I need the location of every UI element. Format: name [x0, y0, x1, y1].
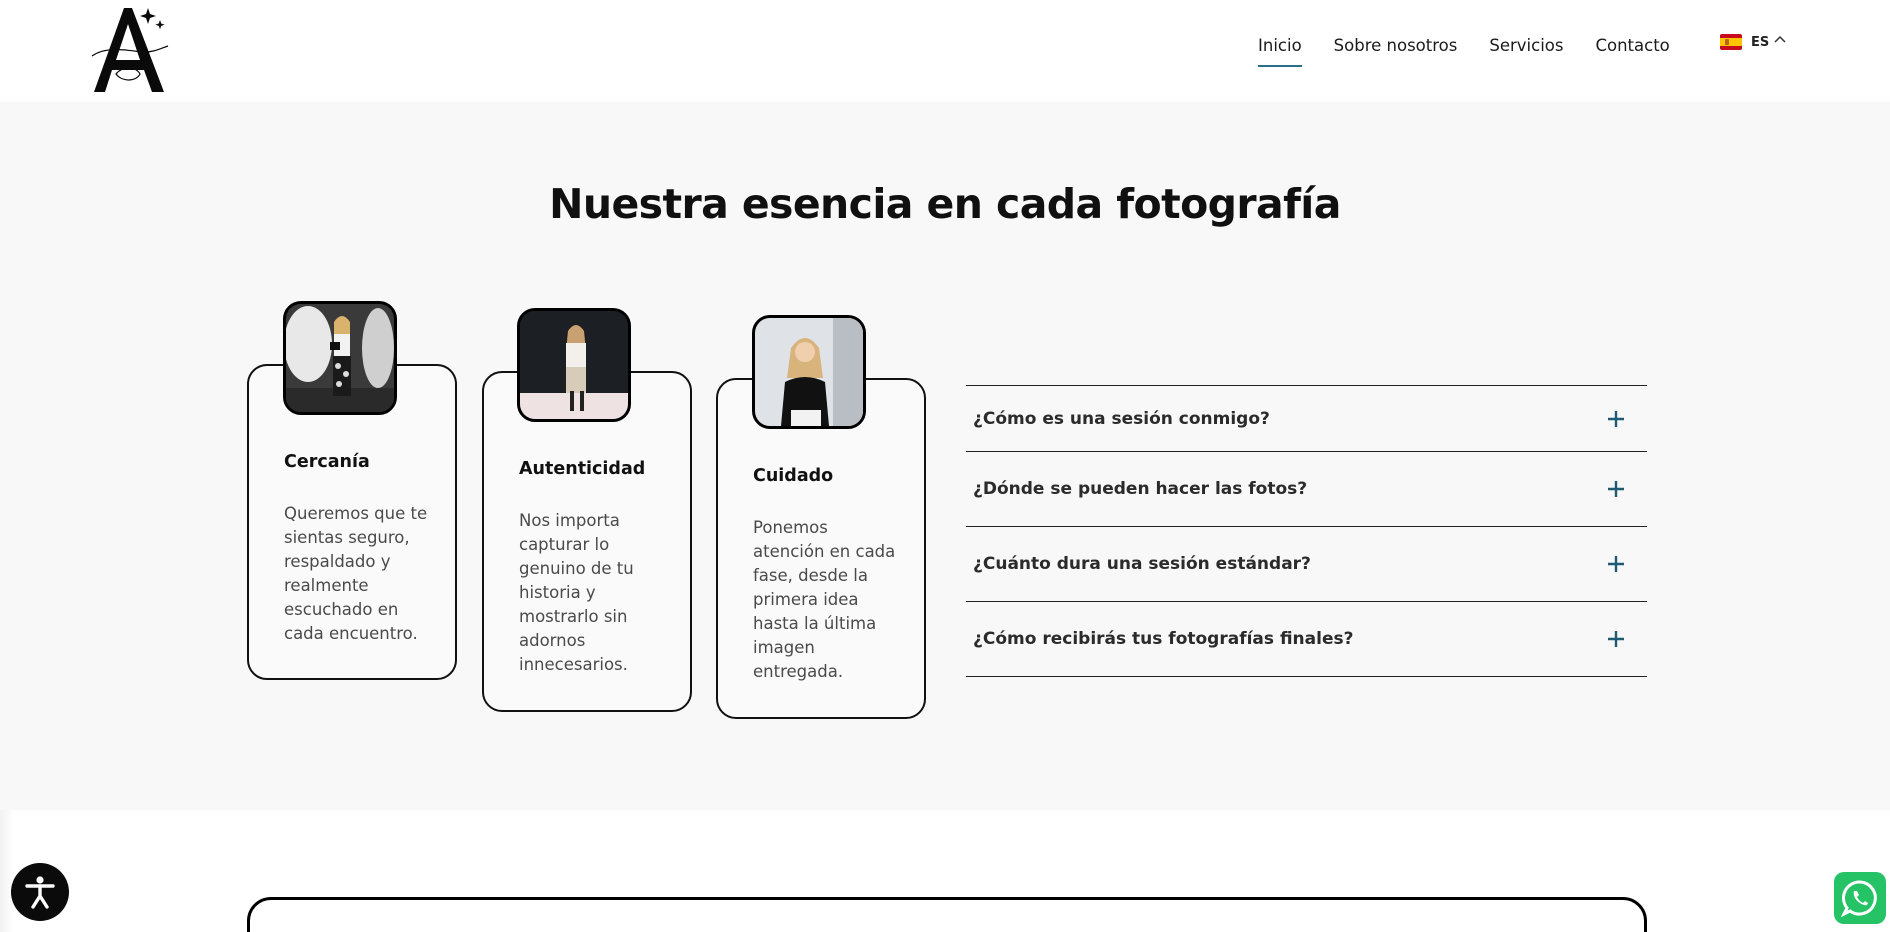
plus-icon[interactable]	[1607, 625, 1625, 653]
plus-icon[interactable]	[1607, 550, 1625, 578]
value-card-cuidado: Cuidado Ponemos atención en cada fase, d…	[716, 378, 926, 719]
faq-accordion: ¿Cómo es una sesión conmigo? ¿Dónde se p…	[966, 385, 1647, 677]
section-title: Nuestra esencia en cada fotografía	[549, 180, 1341, 228]
woman-portrait-image	[752, 315, 866, 429]
whatsapp-button[interactable]	[1834, 872, 1886, 924]
faq-item[interactable]: ¿Cuánto dura una sesión estándar?	[966, 527, 1647, 602]
whatsapp-icon	[1840, 880, 1877, 918]
next-section-box	[247, 897, 1647, 932]
nav-servicios[interactable]: Servicios	[1489, 36, 1563, 65]
logo-mark-icon	[91, 8, 169, 92]
faq-question: ¿Dónde se pueden hacer las fotos?	[973, 479, 1308, 499]
faq-question: ¿Cuánto dura una sesión estándar?	[973, 554, 1311, 574]
card-title: Autenticidad	[519, 459, 646, 479]
card-title: Cercanía	[284, 452, 370, 472]
plus-icon[interactable]	[1607, 475, 1625, 503]
accessibility-button[interactable]	[11, 863, 69, 921]
card-title: Cuidado	[753, 466, 834, 486]
accessibility-icon	[25, 876, 55, 909]
faq-question: ¿Cómo es una sesión conmigo?	[973, 408, 1270, 429]
studio-portrait-image	[517, 308, 631, 422]
nav-contacto[interactable]: Contacto	[1595, 36, 1669, 65]
faq-item[interactable]: ¿Cómo recibirás tus fotografías finales?	[966, 602, 1647, 677]
nav-inicio[interactable]: Inicio	[1258, 36, 1302, 67]
nav-sobre-nosotros[interactable]: Sobre nosotros	[1334, 36, 1458, 65]
site-logo[interactable]	[86, 0, 172, 96]
language-switcher[interactable]: ES	[1720, 34, 1786, 50]
value-card-autenticidad: Autenticidad Nos importa capturar lo gen…	[482, 371, 692, 712]
card-text: Queremos que te sientas seguro, respalda…	[284, 504, 428, 643]
spain-flag-icon	[1720, 34, 1742, 50]
language-code: ES	[1751, 34, 1770, 50]
card-text: Ponemos atención en cada fase, desde la …	[753, 518, 896, 681]
card-text: Nos importa capturar lo genuino de tu hi…	[519, 511, 634, 674]
faq-item[interactable]: ¿Cómo es una sesión conmigo?	[966, 386, 1647, 452]
faq-item[interactable]: ¿Dónde se pueden hacer las fotos?	[966, 452, 1647, 527]
main-nav: Inicio Sobre nosotros Servicios Contacto	[1258, 36, 1702, 67]
essence-section: Nuestra esencia en cada fotografía Cerca…	[0, 102, 1890, 810]
photographer-portrait-image	[283, 301, 397, 415]
plus-icon[interactable]	[1607, 405, 1625, 433]
faq-question: ¿Cómo recibirás tus fotografías finales?	[973, 629, 1354, 649]
chevron-up-icon	[1774, 33, 1786, 48]
site-header: Inicio Sobre nosotros Servicios Contacto…	[0, 0, 1890, 102]
